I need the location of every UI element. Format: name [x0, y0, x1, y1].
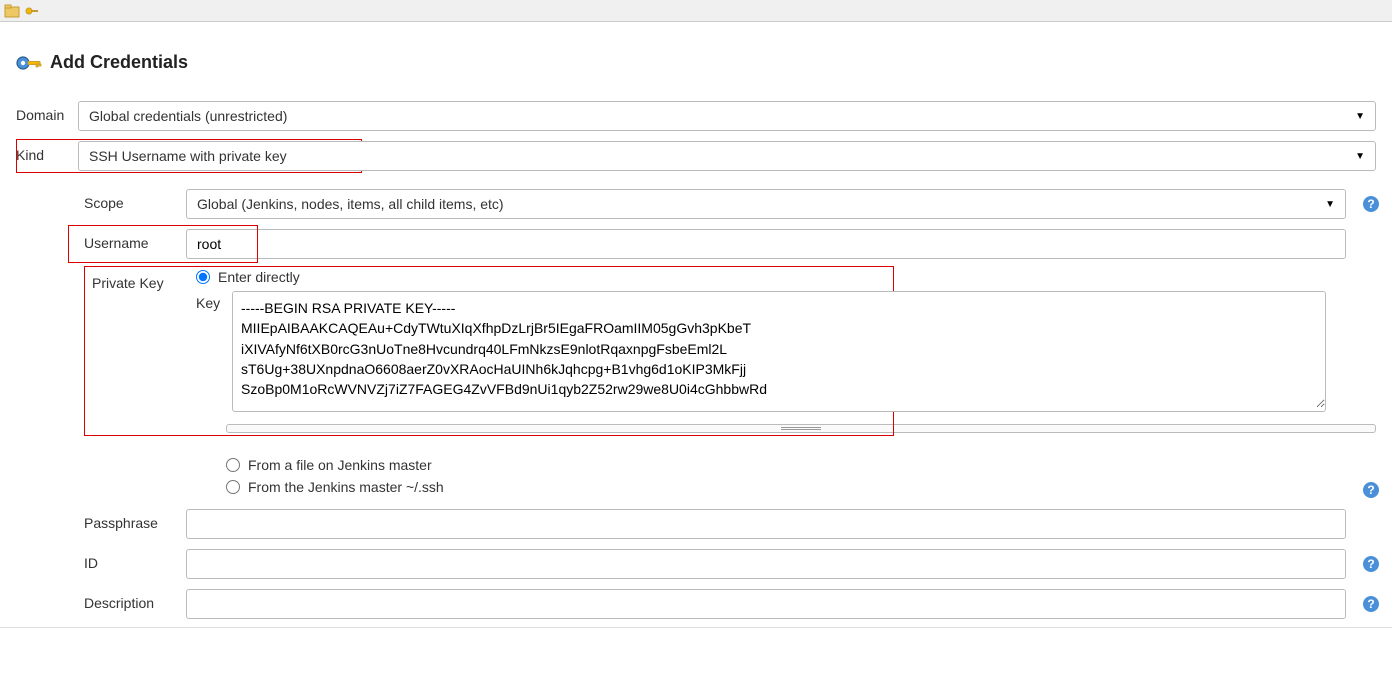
help-icon[interactable]: ?: [1362, 481, 1380, 499]
help-icon[interactable]: ?: [1362, 195, 1380, 213]
svg-text:?: ?: [1367, 483, 1374, 497]
help-icon[interactable]: ?: [1362, 555, 1380, 573]
private-key-container: Enter directly Key: [196, 269, 1376, 420]
resize-grip[interactable]: [226, 424, 1376, 433]
chevron-down-icon: ▼: [1325, 199, 1335, 210]
svg-text:?: ?: [1367, 557, 1374, 571]
kind-select[interactable]: SSH Username with private key ▼: [78, 141, 1376, 171]
key-icon-small: [24, 3, 40, 19]
key-textarea[interactable]: [233, 292, 1325, 408]
description-input[interactable]: [186, 589, 1346, 619]
scope-label: Scope: [16, 189, 186, 211]
radio-from-file-label: From a file on Jenkins master: [248, 457, 432, 473]
bottom-divider: [0, 627, 1392, 628]
domain-label: Domain: [16, 101, 78, 123]
radio-enter-directly-label: Enter directly: [218, 269, 300, 285]
scope-row: Scope Global (Jenkins, nodes, items, all…: [16, 189, 1376, 219]
toolbar: [0, 0, 1392, 22]
radio-from-ssh-row: From the Jenkins master ~/.ssh: [226, 479, 1346, 495]
passphrase-row: Passphrase: [16, 509, 1376, 539]
domain-select-value: Global credentials (unrestricted): [89, 108, 1355, 124]
username-row: Username: [16, 229, 1376, 259]
passphrase-label: Passphrase: [16, 509, 186, 531]
kind-label: Kind: [16, 141, 78, 163]
chevron-down-icon: ▼: [1355, 151, 1365, 162]
radio-enter-directly-row: Enter directly: [196, 269, 1326, 285]
svg-text:?: ?: [1367, 197, 1374, 211]
passphrase-input[interactable]: [186, 509, 1346, 539]
domain-select[interactable]: Global credentials (unrestricted) ▼: [78, 101, 1376, 131]
folder-icon: [4, 3, 20, 19]
content-area: Add Credentials Domain Global credential…: [0, 22, 1392, 619]
kind-row: Kind SSH Username with private key ▼: [16, 141, 1376, 171]
chevron-down-icon: ▼: [1355, 111, 1365, 122]
key-textarea-wrap: [232, 291, 1326, 412]
key-icon: [16, 54, 42, 72]
radio-from-file[interactable]: [226, 458, 240, 472]
svg-text:?: ?: [1367, 597, 1374, 611]
private-key-row: Private Key Enter directly Key: [16, 269, 1376, 420]
private-key-other-options: From a file on Jenkins master From the J…: [16, 457, 1376, 495]
description-row: Description ?: [16, 589, 1376, 619]
description-label: Description: [16, 589, 186, 611]
domain-row: Domain Global credentials (unrestricted)…: [16, 101, 1376, 131]
username-label: Username: [16, 229, 186, 251]
scope-select-value: Global (Jenkins, nodes, items, all child…: [197, 196, 1325, 212]
page-heading-row: Add Credentials: [16, 52, 1376, 73]
id-label: ID: [16, 549, 186, 571]
username-input[interactable]: [186, 229, 1346, 259]
radio-enter-directly[interactable]: [196, 270, 210, 284]
key-label: Key: [196, 291, 232, 311]
scope-select[interactable]: Global (Jenkins, nodes, items, all child…: [186, 189, 1346, 219]
page-title: Add Credentials: [50, 52, 188, 73]
radio-from-ssh[interactable]: [226, 480, 240, 494]
id-row: ID ?: [16, 549, 1376, 579]
private-key-label: Private Key: [16, 269, 196, 291]
radio-from-ssh-label: From the Jenkins master ~/.ssh: [248, 479, 444, 495]
help-icon[interactable]: ?: [1362, 595, 1380, 613]
radio-group-bottom: From a file on Jenkins master From the J…: [226, 457, 1346, 495]
radio-from-file-row: From a file on Jenkins master: [226, 457, 1346, 473]
key-sub-row: Key: [196, 291, 1326, 412]
id-input[interactable]: [186, 549, 1346, 579]
kind-select-value: SSH Username with private key: [89, 148, 1355, 164]
